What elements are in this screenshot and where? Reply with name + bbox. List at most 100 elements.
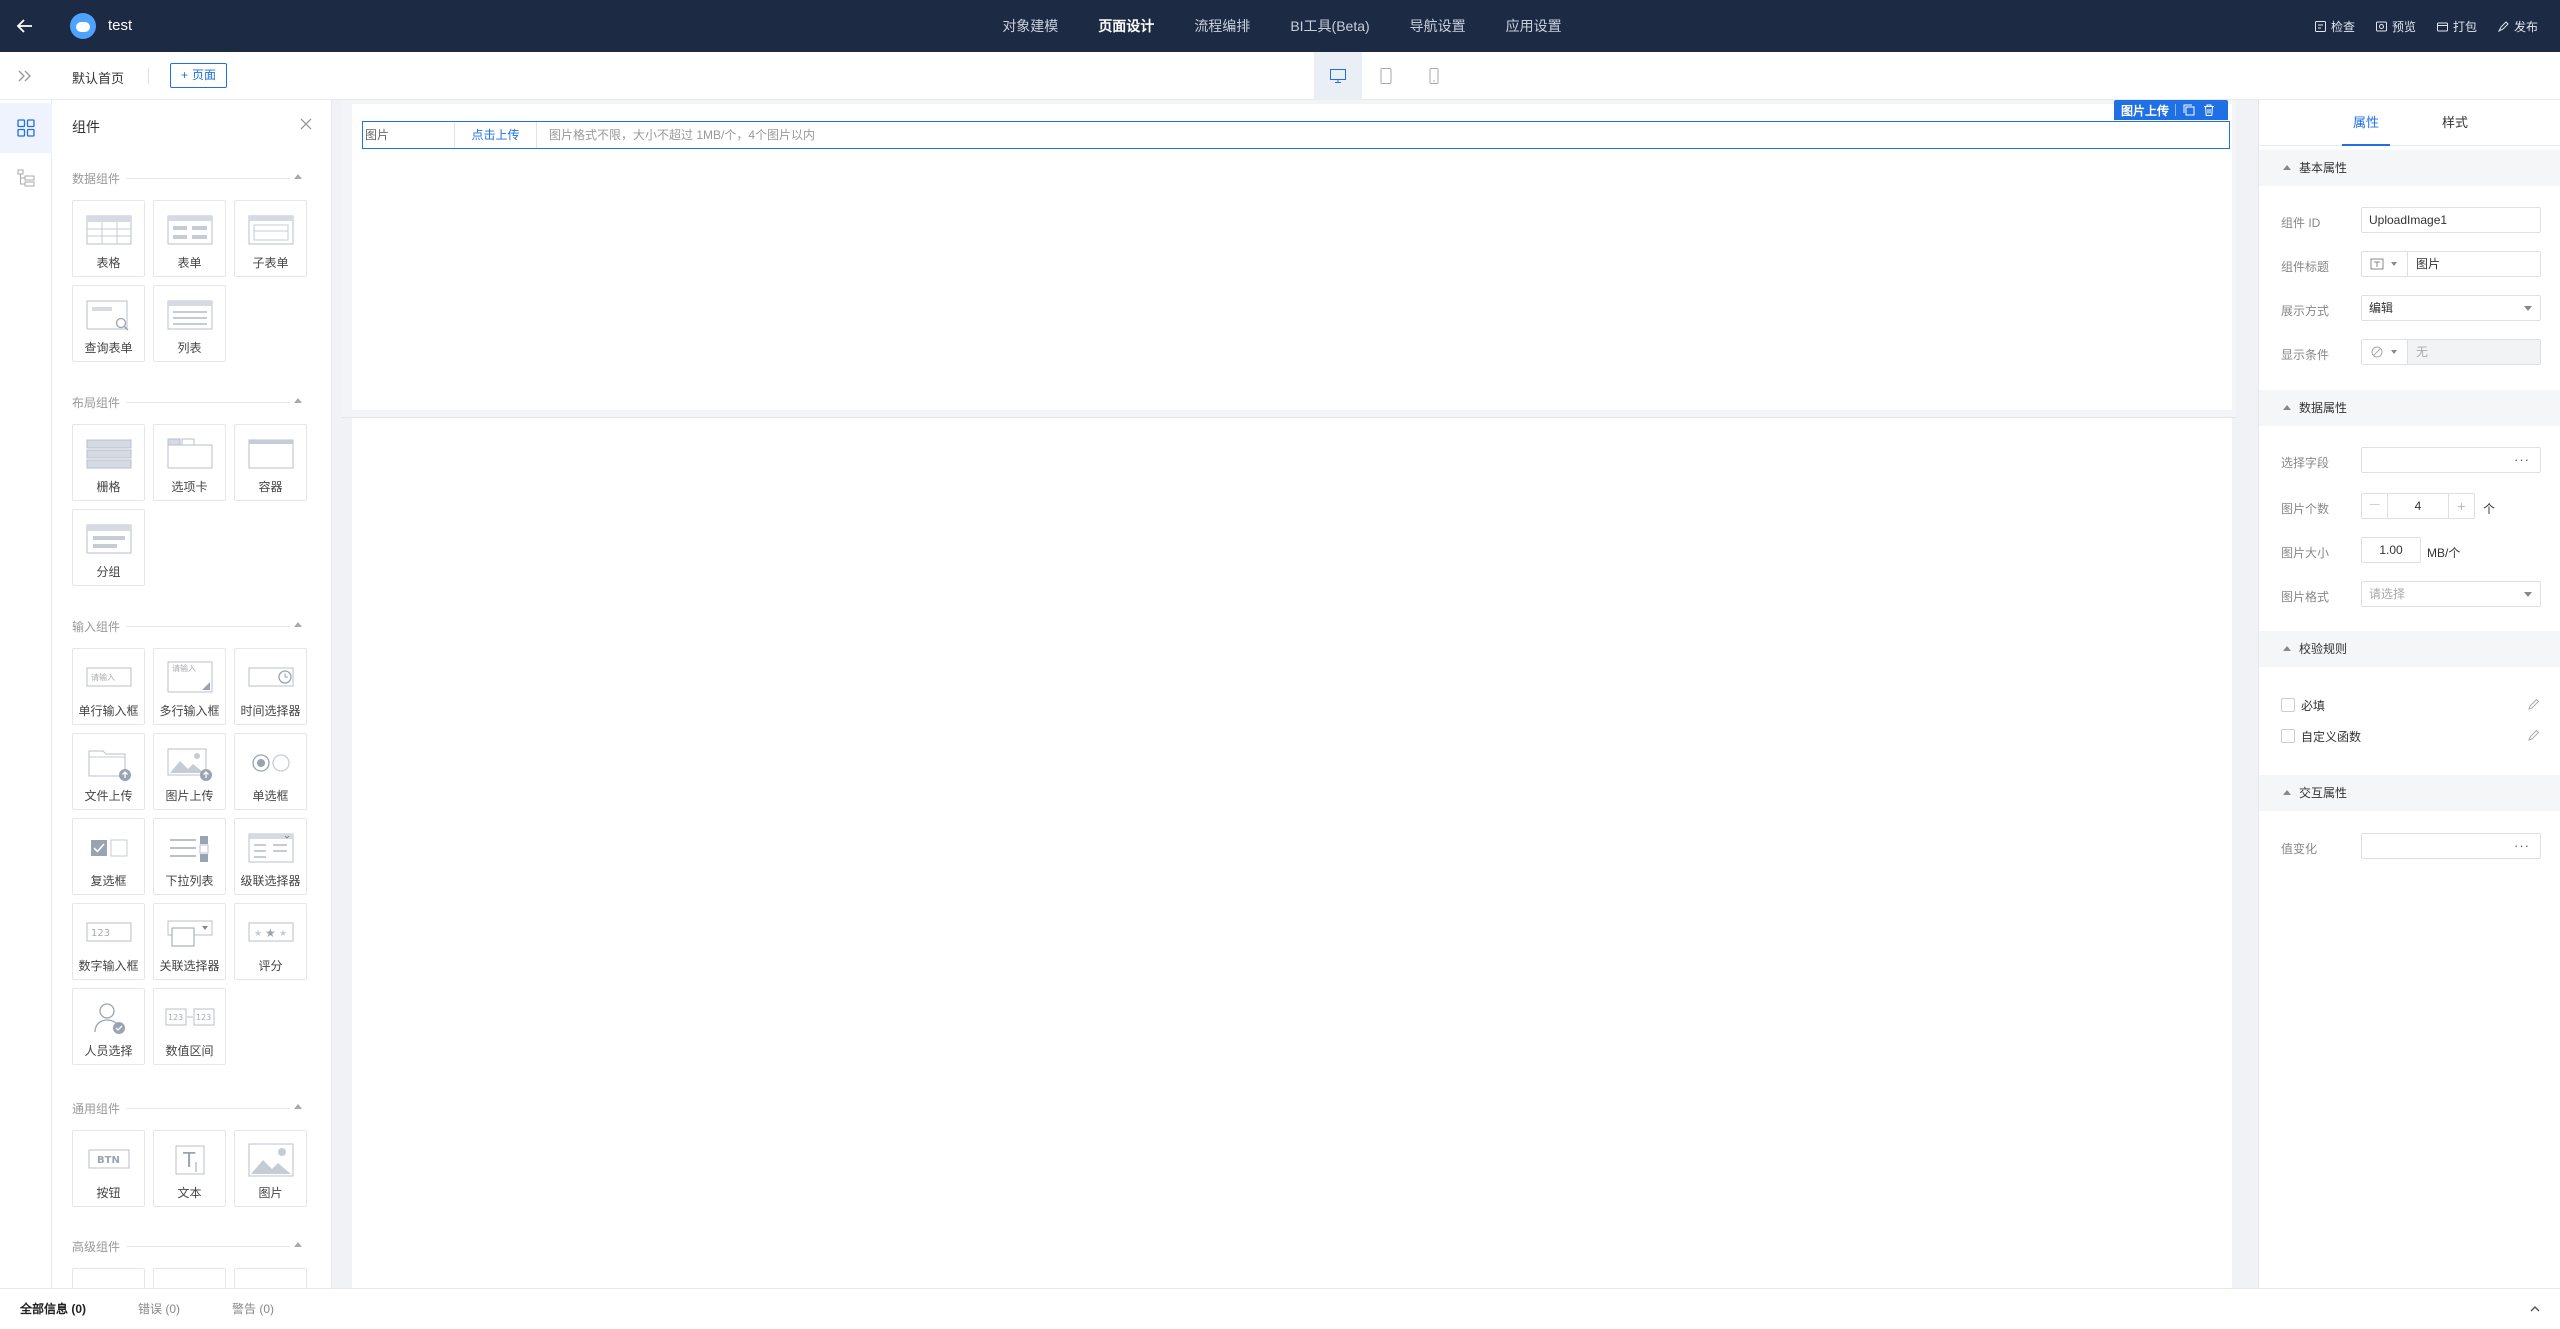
preview-button[interactable]: 预览 (2375, 18, 2416, 35)
decrement-button[interactable]: — (2362, 494, 2388, 518)
group-layout-components[interactable]: 布局组件 (72, 394, 304, 410)
tablet-view-button[interactable] (1362, 52, 1410, 100)
check-label: 检查 (2330, 19, 2355, 34)
copy-icon[interactable] (2182, 103, 2196, 117)
section-interaction-properties[interactable]: 交互属性 (2259, 775, 2560, 811)
desktop-view-button[interactable] (1314, 52, 1362, 100)
nav-tab-bi-tool[interactable]: BI工具(Beta) (1270, 0, 1389, 52)
on-change-input[interactable]: ··· (2361, 833, 2541, 859)
group-data-components[interactable]: 数据组件 (72, 170, 304, 186)
tile-single-input[interactable]: 请输入 单行输入框 (72, 648, 145, 725)
tile-query-form[interactable]: 查询表单 (72, 285, 145, 362)
tile-radio[interactable]: 单选框 (234, 733, 307, 810)
required-checkbox[interactable] (2281, 698, 2295, 712)
tile-multi-input[interactable]: 请输入 多行输入框 (153, 648, 226, 725)
title-mode-select[interactable] (2362, 252, 2408, 276)
mobile-icon (1429, 68, 1439, 84)
package-button[interactable]: 打包 (2436, 18, 2477, 35)
publish-button[interactable]: 发布 (2497, 18, 2538, 35)
tile-image[interactable]: 图片 (234, 1130, 307, 1207)
tile-number-input[interactable]: 123 数字输入框 (72, 903, 145, 980)
tab-properties[interactable]: 属性 (2326, 100, 2406, 146)
component-title-field[interactable]: 图片 (2361, 251, 2541, 277)
custom-function-rule-row: 自定义函数 (2281, 727, 2541, 745)
tile-checkbox[interactable]: 复选框 (72, 818, 145, 895)
design-page[interactable] (352, 104, 2232, 410)
close-icon[interactable] (296, 114, 316, 134)
tile-image-label: 图片 (258, 1186, 283, 1200)
tile-button[interactable]: BTN 按钮 (72, 1130, 145, 1207)
expand-double-chevron-icon[interactable] (14, 66, 36, 86)
add-page-button[interactable]: + 页面 (170, 63, 228, 88)
section-basic-properties[interactable]: 基本属性 (2259, 150, 2560, 186)
image-count-stepper[interactable]: — 4 + (2361, 493, 2475, 519)
condition-mode-select[interactable] (2362, 340, 2408, 364)
component-id-field[interactable]: UploadImage1 (2361, 207, 2541, 233)
mobile-view-button[interactable] (1410, 52, 1458, 100)
tile-image-upload-label: 图片上传 (165, 789, 214, 803)
plus-icon: + (181, 68, 189, 82)
tile-rating[interactable]: ★ ★ ★ 评分 (234, 903, 307, 980)
click-upload-button[interactable]: 点击上传 (455, 122, 537, 148)
group-common-components[interactable]: 通用组件 (72, 1100, 304, 1116)
custom-function-checkbox[interactable] (2281, 729, 2295, 743)
edit-pencil-icon[interactable] (2527, 728, 2541, 742)
image-size-label: 图片大小 (2281, 546, 2330, 560)
group-layout-title: 布局组件 (72, 396, 121, 410)
select-field-input[interactable]: ··· (2361, 447, 2541, 473)
tile-advanced-3[interactable] (234, 1268, 307, 1288)
nav-tab-object-modeling[interactable]: 对象建模 (982, 0, 1078, 52)
image-count-value[interactable]: 4 (2388, 494, 2448, 518)
section-data-properties[interactable]: 数据属性 (2259, 390, 2560, 426)
tile-group[interactable]: 分组 (72, 509, 145, 586)
tile-table[interactable]: 表格 (72, 200, 145, 277)
group-advanced-components[interactable]: 高级组件 (72, 1238, 304, 1254)
section-validation-rules[interactable]: 校验规则 (2259, 631, 2560, 667)
tile-subform[interactable]: 子表单 (234, 200, 307, 277)
nav-tab-app-settings[interactable]: 应用设置 (1486, 0, 1582, 52)
rail-outline-tree-button[interactable] (0, 153, 52, 203)
tile-dropdown[interactable]: 下拉列表 (153, 818, 226, 895)
tile-text[interactable]: T 文本 (153, 1130, 226, 1207)
tile-time-picker[interactable]: 时间选择器 (234, 648, 307, 725)
display-mode-select[interactable]: 编辑 (2361, 295, 2541, 321)
tile-list[interactable]: 列表 (153, 285, 226, 362)
tile-container[interactable]: 容器 (234, 424, 307, 501)
group-input-components[interactable]: 输入组件 (72, 618, 304, 634)
edit-pencil-icon[interactable] (2527, 697, 2541, 711)
tile-cascader[interactable]: 级联选择器 (234, 818, 307, 895)
tile-tabs[interactable]: 选项卡 (153, 424, 226, 501)
current-page-name[interactable]: 默认首页 (72, 68, 124, 87)
tile-grid[interactable]: 栅格 (72, 424, 145, 501)
warnings-tab[interactable]: 警告 (0) (232, 1289, 274, 1329)
more-dots-icon[interactable]: ··· (2514, 448, 2530, 472)
group-common-title: 通用组件 (72, 1102, 121, 1116)
nav-tab-flow[interactable]: 流程编排 (1174, 0, 1270, 52)
increment-button[interactable]: + (2448, 494, 2474, 518)
errors-tab[interactable]: 错误 (0) (138, 1289, 180, 1329)
tab-style[interactable]: 样式 (2415, 100, 2495, 146)
image-size-input[interactable]: 1.00 (2361, 537, 2421, 563)
back-arrow-icon[interactable] (10, 11, 40, 41)
display-condition-field[interactable]: 无 (2361, 339, 2541, 365)
user-picker-icon (94, 1003, 125, 1034)
image-upload-component[interactable]: 图片 点击上传 图片格式不限，大小不超过 1MB/个，4个图片以内 (362, 121, 2230, 149)
tile-number-range[interactable]: 123 123 数值区间 (153, 988, 226, 1065)
all-messages-tab[interactable]: 全部信息 (0) (20, 1289, 86, 1329)
nav-tab-navigation[interactable]: 导航设置 (1390, 0, 1486, 52)
delete-trash-icon[interactable] (2202, 103, 2216, 117)
tile-advanced-1[interactable] (72, 1268, 145, 1288)
tile-relation-picker[interactable]: 关联选择器 (153, 903, 226, 980)
tile-form[interactable]: 表单 (153, 200, 226, 277)
check-button[interactable]: 检查 (2314, 18, 2355, 35)
add-page-label: 页面 (192, 68, 217, 82)
image-format-select[interactable]: 请选择 (2361, 581, 2541, 607)
tile-image-upload[interactable]: 图片上传 (153, 733, 226, 810)
tile-advanced-2[interactable] (153, 1268, 226, 1288)
tile-file-upload[interactable]: 文件上传 (72, 733, 145, 810)
chevron-up-icon[interactable] (2528, 1302, 2542, 1316)
nav-tab-page-design[interactable]: 页面设计 (1078, 0, 1174, 52)
rail-components-button[interactable] (0, 103, 52, 153)
more-dots-icon[interactable]: ··· (2514, 834, 2530, 858)
tile-user-picker[interactable]: 人员选择 (72, 988, 145, 1065)
